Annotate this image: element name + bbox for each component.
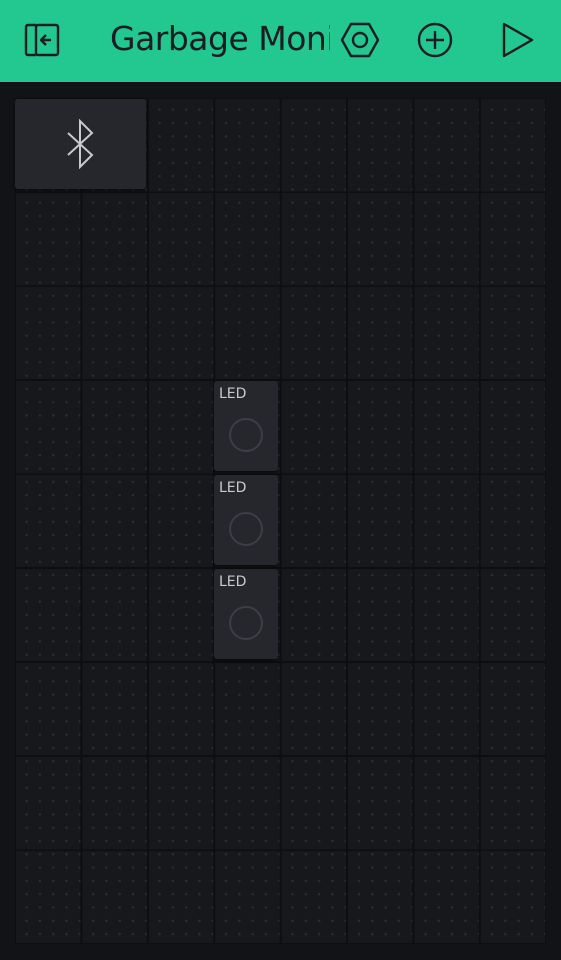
- led-widget-3[interactable]: LED: [214, 569, 278, 659]
- play-icon: [496, 20, 536, 60]
- led-widget-1[interactable]: LED: [214, 381, 278, 471]
- led-indicator: [229, 418, 263, 452]
- hex-nut-icon: [340, 20, 380, 60]
- led-label: LED: [219, 480, 247, 496]
- plus-circle-icon: [415, 20, 455, 60]
- bluetooth-widget[interactable]: [15, 99, 146, 189]
- led-indicator: [229, 606, 263, 640]
- exit-icon: [22, 21, 62, 59]
- led-label: LED: [219, 574, 247, 590]
- page-title: Garbage Monit: [110, 19, 330, 58]
- led-widget-2[interactable]: LED: [214, 475, 278, 565]
- top-bar: Garbage Monit: [0, 0, 561, 82]
- led-indicator: [229, 512, 263, 546]
- back-button[interactable]: [12, 11, 72, 69]
- settings-button[interactable]: [330, 11, 390, 69]
- widget-canvas[interactable]: [15, 98, 546, 944]
- play-button[interactable]: [486, 11, 546, 69]
- add-widget-button[interactable]: [405, 11, 465, 69]
- led-label: LED: [219, 386, 247, 402]
- app-root: Garbage Monit LED LED LED: [0, 0, 561, 960]
